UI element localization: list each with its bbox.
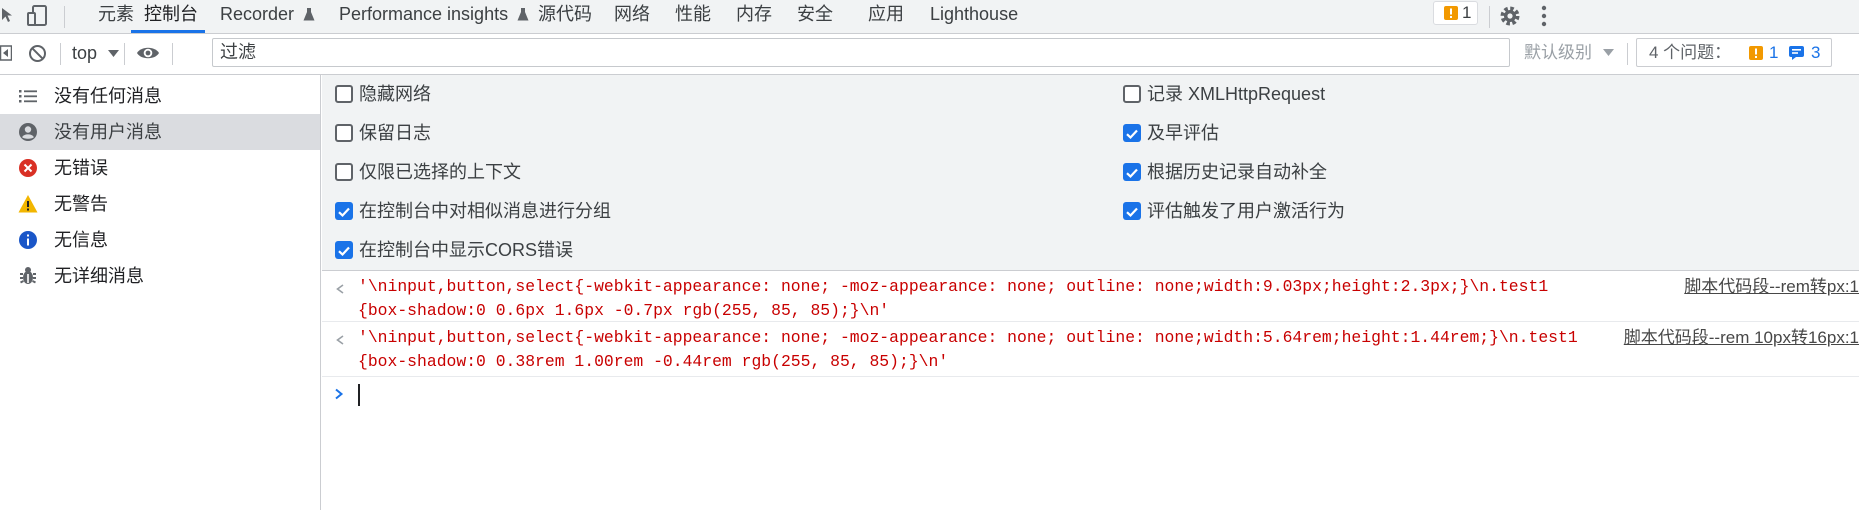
text-caret	[358, 384, 360, 406]
sidebar-item-label: 无警告	[54, 194, 108, 214]
tab-sources[interactable]: 源代码	[538, 0, 592, 33]
device-toolbar-icon[interactable]	[27, 4, 49, 28]
console-settings-pane: 隐藏网络 保留日志 仅限已选择的上下文 在控制台中对相似消息进行分组 在控制台中…	[322, 75, 1859, 271]
checkbox-unchecked[interactable]	[335, 124, 353, 142]
sidebar-item-label: 无详细消息	[54, 266, 144, 286]
console-toolbar: top 默认级别 4 个问题： 1 3	[0, 34, 1859, 75]
sidebar-item-verbose[interactable]: 无详细消息	[0, 258, 320, 294]
console-message: '\ninput,button,select{-webkit-appearanc…	[322, 322, 1859, 377]
tab-memory[interactable]: 内存	[736, 0, 772, 33]
tab-performance[interactable]: 性能	[675, 0, 711, 33]
context-select-value: top	[72, 43, 98, 63]
context-select[interactable]: top	[72, 39, 120, 67]
sidebar-item-all-messages[interactable]: 没有任何消息	[0, 78, 320, 114]
dropdown-arrow-icon	[108, 50, 120, 58]
sidebar-item-label: 无信息	[54, 230, 108, 250]
prompt-chevron-icon	[334, 388, 344, 400]
setting-label: 仅限已选择的上下文	[359, 162, 521, 182]
issues-badge-count: 1	[1462, 3, 1472, 22]
checkbox-unchecked[interactable]	[335, 163, 353, 181]
console-message-source-link[interactable]: 脚本代码段--rem 10px转16px:1	[1624, 326, 1859, 350]
issues-label: 4 个问题：	[1649, 43, 1732, 62]
flask-icon	[517, 7, 529, 22]
tab-network[interactable]: 网络	[614, 0, 650, 33]
warning-square-icon	[1749, 46, 1763, 60]
setting-label: 记录 XMLHttpRequest	[1147, 84, 1326, 104]
sidebar-item-errors[interactable]: 无错误	[0, 150, 320, 186]
live-expression-eye-icon[interactable]	[136, 43, 160, 63]
info-message-icon	[1789, 46, 1804, 60]
tab-security[interactable]: 安全	[797, 0, 833, 33]
console-message-text[interactable]: '\ninput,button,select{-webkit-appearanc…	[358, 275, 1558, 323]
setting-label: 根据历史记录自动补全	[1147, 162, 1327, 182]
sidebar-item-label: 没有任何消息	[54, 86, 162, 106]
tab-elements[interactable]: 元素	[98, 0, 134, 33]
list-icon	[18, 86, 38, 106]
setting-label: 保留日志	[359, 123, 431, 143]
more-vertical-icon[interactable]	[1540, 5, 1548, 27]
warning-square-icon	[1444, 6, 1458, 20]
checkbox-checked[interactable]	[1123, 124, 1141, 142]
console-prompt[interactable]	[322, 377, 1859, 407]
filter-input[interactable]	[212, 38, 1510, 67]
sidebar-item-warnings[interactable]: 无警告	[0, 186, 320, 222]
tab-performance-insights[interactable]: Performance insights	[339, 0, 529, 33]
checkbox-unchecked[interactable]	[335, 85, 353, 103]
console-message: '\ninput,button,select{-webkit-appearanc…	[322, 271, 1859, 322]
tab-console[interactable]: 控制台	[144, 0, 198, 33]
log-level-select-value: 默认级别	[1524, 43, 1592, 62]
setting-label: 及早评估	[1147, 123, 1219, 143]
result-arrow-icon	[334, 334, 346, 346]
issues-info-count: 3	[1811, 43, 1821, 62]
warning-icon	[18, 194, 38, 214]
sidebar-item-info[interactable]: 无信息	[0, 222, 320, 258]
setting-label: 在控制台中显示CORS错误	[359, 240, 574, 260]
dropdown-arrow-icon	[1602, 49, 1614, 57]
tab-application[interactable]: 应用	[868, 0, 904, 33]
sidebar-item-label: 没有用户消息	[54, 122, 162, 142]
tab-recorder[interactable]: Recorder	[220, 0, 315, 33]
checkbox-unchecked[interactable]	[1123, 85, 1141, 103]
sidebar-item-user-messages[interactable]: 没有用户消息	[0, 114, 320, 150]
checkbox-checked[interactable]	[335, 241, 353, 259]
console-message-text[interactable]: '\ninput,button,select{-webkit-appearanc…	[358, 326, 1583, 374]
checkbox-checked[interactable]	[1123, 202, 1141, 220]
active-tab-indicator	[131, 30, 205, 33]
setting-label: 评估触发了用户激活行为	[1147, 201, 1345, 221]
sidebar-toggle-icon[interactable]	[0, 45, 12, 61]
setting-label: 在控制台中对相似消息进行分组	[359, 201, 611, 221]
error-icon	[18, 158, 38, 178]
user-icon	[18, 122, 38, 142]
devtools-tabbar: 元素 控制台 Recorder Performance insights 源代码…	[0, 0, 1859, 34]
result-arrow-icon	[334, 283, 346, 295]
checkbox-checked[interactable]	[335, 202, 353, 220]
sidebar-item-label: 无错误	[54, 158, 108, 178]
console-message-source-link[interactable]: 脚本代码段--rem转px:1	[1684, 275, 1859, 299]
tab-lighthouse[interactable]: Lighthouse	[930, 0, 1018, 33]
inspect-element-icon[interactable]	[0, 6, 18, 26]
setting-label: 隐藏网络	[359, 84, 431, 104]
issues-counter-button[interactable]: 4 个问题： 1 3	[1636, 38, 1832, 67]
tab-console-label: 控制台	[144, 4, 198, 24]
clear-console-icon[interactable]	[28, 44, 47, 63]
bug-icon	[18, 266, 38, 286]
tab-performance-insights-label: Performance insights	[339, 4, 509, 24]
gear-icon[interactable]	[1498, 4, 1522, 28]
flask-icon	[303, 7, 315, 22]
tab-recorder-label: Recorder	[220, 4, 295, 24]
info-icon	[18, 230, 38, 250]
console-sidebar: 没有任何消息 没有用户消息 无错误 无警告 无信息 无详细消息	[0, 75, 321, 510]
issues-warning-count: 1	[1769, 43, 1779, 62]
checkbox-checked[interactable]	[1123, 163, 1141, 181]
log-level-select[interactable]: 默认级别	[1524, 39, 1614, 67]
issues-badge[interactable]: 1	[1433, 1, 1478, 25]
console-messages: '\ninput,button,select{-webkit-appearanc…	[322, 271, 1859, 510]
